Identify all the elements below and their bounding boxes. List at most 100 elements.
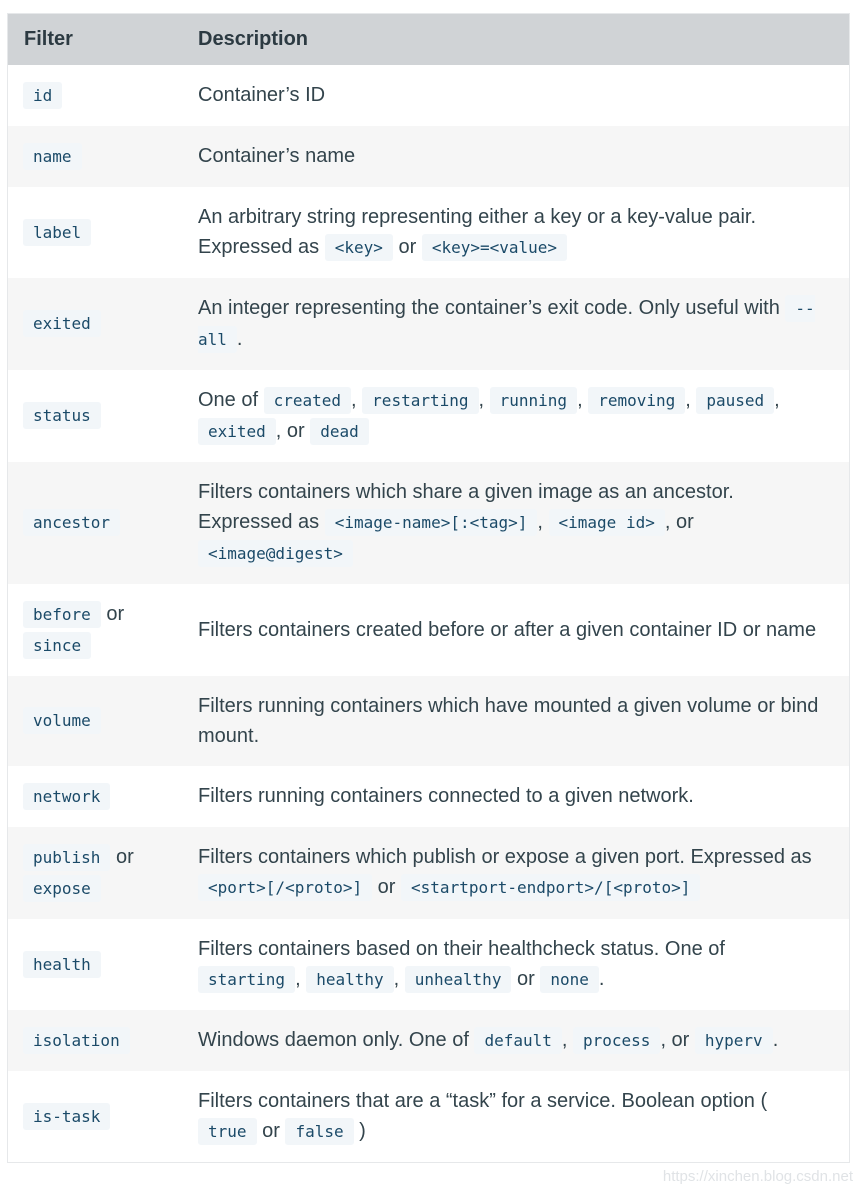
description-text: or [511,967,541,990]
inline-code: removing [588,386,686,414]
filter-code: isolation [23,1026,130,1054]
description-text: , [537,510,549,533]
inline-code: created [263,386,352,414]
inline-code: <port>[/<proto>] [198,874,373,901]
watermark: https://xinchen.blog.csdn.net [662,1168,853,1185]
description-text: , [577,388,589,411]
description-cell: Container’s ID [198,65,850,126]
description-cell: Filters running containers which have mo… [198,676,850,766]
description-text: , or [664,510,694,533]
description-text: Container’s ID [198,84,326,106]
filter-cell: before or since [8,584,199,676]
description-text: or [392,235,422,258]
inline-code: none [540,965,599,993]
filter-code: is-task [23,1102,111,1130]
description-text: , [478,388,490,411]
table-row: health Filters containers based on their … [7,918,850,1010]
inline-code: <image id> [548,508,665,536]
inline-code: starting [198,965,296,993]
inline-code: hyperv [694,1026,773,1054]
filter-code: network [23,782,111,810]
filter-code: health [23,950,101,978]
filter-cell: is-task [8,1071,199,1163]
description-cell: An arbitrary string representing either … [198,187,850,278]
description-text: , [561,1028,573,1051]
table-row: volume Filters running containers which h… [7,675,850,766]
table-row: ancestor Filters containers which share a… [7,461,850,584]
inline-code: false [285,1117,354,1145]
description-text: Filters containers based on their health… [198,937,725,960]
table-row: isolation Windows daemon only. One of def… [7,1009,850,1071]
filters-table: Filter Description id Container’s ID name C… [7,13,850,1163]
inline-code: <key> [324,233,393,261]
filter-code: expose [23,874,101,902]
description-cell: Filters containers created before or aft… [198,584,850,676]
filter-code: exited [23,310,101,337]
description-text: . [236,327,243,350]
description-text: Filters containers that are a “task” for… [198,1089,768,1112]
description-cell: Filters running containers connected to … [198,766,850,827]
description-text: , [393,967,405,990]
description-cell: Filters containers which publish or expo… [198,827,850,919]
description-cell: An integer representing the container’s … [198,278,850,370]
inline-code: exited [198,417,276,445]
header-description: Description [198,27,309,50]
inline-code: true [198,1117,257,1145]
filter-cell: publish or expose [8,827,199,919]
table-row: id Container’s ID [7,64,850,126]
filter-cell: ancestor [8,462,199,584]
inline-code: <image@digest> [198,539,353,567]
description-text: or [256,1119,286,1142]
filter-joiner: or [100,602,125,625]
description-text: Filters running containers connected to … [198,785,694,807]
description-text: ) [353,1119,366,1142]
header-filter: Filter [24,27,73,50]
description-cell: One of created, restarting, running, rem… [198,370,850,462]
filter-code: ancestor [23,509,121,536]
description-text: , [295,967,307,990]
filter-cell: id [8,65,199,126]
table-body: id Container’s ID name Container’s name labe… [7,64,850,1163]
filter-cell: volume [8,676,199,766]
inline-code: healthy [306,965,394,993]
filter-code: id [23,81,63,109]
filter-code: label [23,218,92,246]
inline-code: process [573,1026,661,1054]
table-header-row: Filter Description [7,13,850,65]
filter-code: status [23,402,101,429]
description-text: Filters running containers which have mo… [198,694,819,747]
inline-code: <key>=<value> [421,233,568,261]
description-text: Filters containers which publish or expo… [198,846,812,868]
table-row: name Container’s name [7,125,850,187]
description-text: . [772,1028,779,1051]
description-cell: Filters containers which share a given i… [198,462,850,584]
description-text: , or [660,1028,695,1051]
table-row: network Filters running containers connec… [7,765,850,827]
table-row: is-task Filters containers that are a “ta… [7,1070,850,1163]
filter-code: before [23,600,101,628]
description-text: Filters containers created before or aft… [198,618,817,641]
inline-code: dead [310,417,369,445]
filter-cell: health [8,919,199,1010]
table-row: exited An integer representing the contai… [7,277,850,370]
inline-code: default [474,1026,562,1054]
description-text: or [372,876,402,898]
filter-cell: network [8,766,199,827]
description-text: . [598,967,605,990]
inline-code: restarting [362,386,479,414]
description-text: , [685,388,697,411]
inline-code: running [489,386,578,414]
description-cell: Filters containers based on their health… [198,919,850,1010]
filter-cell: label [8,187,199,278]
filter-code: since [23,631,92,659]
table-row: before or since Filters containers create… [7,583,850,676]
inline-code: paused [696,386,775,414]
description-text: , or [275,419,311,442]
filter-cell: exited [8,278,199,370]
filter-cell: status [8,370,199,462]
description-text: An integer representing the container’s … [198,296,786,319]
filter-code: publish [23,843,111,871]
table-row: publish or expose Filters containers whic… [7,826,850,919]
inline-code: <image-name>[:<tag>] [324,508,538,536]
filter-cell: isolation [8,1010,199,1071]
